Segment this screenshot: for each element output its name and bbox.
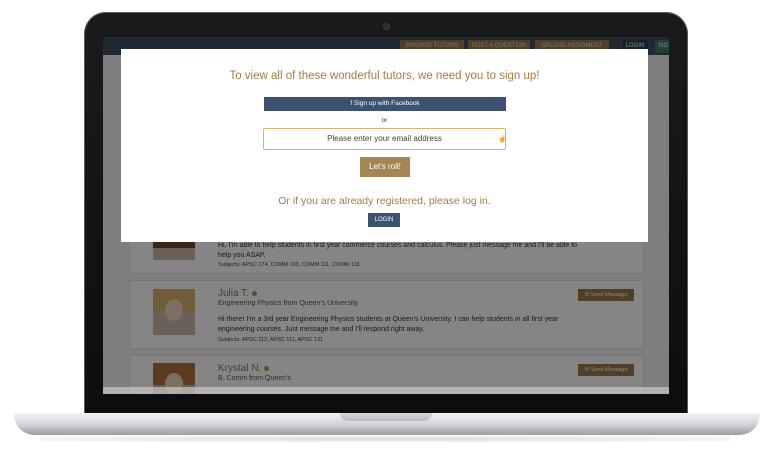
submit-button[interactable]: Let's roll! (360, 157, 410, 177)
camera-icon (384, 24, 389, 29)
laptop-notch (340, 413, 432, 421)
facebook-signup-button[interactable]: f Sign up with Facebook (264, 97, 506, 111)
cursor-icon: ☝ (498, 136, 507, 143)
email-field[interactable]: Please enter your email address (263, 128, 506, 150)
signup-modal: To view all of these wonderful tutors, w… (121, 49, 648, 242)
horizontal-scrollbar[interactable] (103, 387, 669, 394)
modal-heading: To view all of these wonderful tutors, w… (229, 70, 540, 82)
login-button[interactable]: LOGIN (368, 213, 400, 227)
screen: BROWSE TUTORS POST A QUESTION UPLOAD ASS… (103, 37, 669, 394)
laptop-shadow (40, 436, 730, 442)
or-separator: or (381, 117, 388, 124)
already-registered-text: Or if you are already registered, please… (278, 195, 491, 207)
